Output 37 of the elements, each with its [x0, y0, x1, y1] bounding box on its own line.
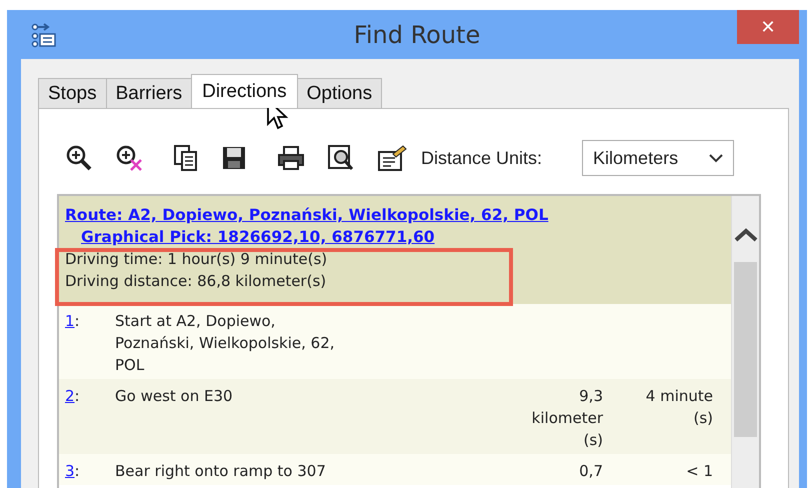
- summary-text: Driving distance: 86,8 kilometer(s): [65, 271, 328, 292]
- tab[interactable]: Stops: [38, 78, 107, 108]
- chevron-down-icon: [709, 154, 724, 162]
- step-time: < 1: [685, 461, 713, 482]
- step-number-link[interactable]: 3: [65, 462, 75, 480]
- tab[interactable]: Directions: [191, 74, 298, 108]
- step-distance: 9,3 kilometer (s): [530, 386, 603, 451]
- zoom-out-icon[interactable]: [115, 144, 143, 172]
- tab[interactable]: Barriers: [106, 78, 192, 108]
- route-link[interactable]: Graphical Pick: 1826692,10, 6876771,60: [65, 226, 725, 248]
- distance-units-label: Distance Units:: [421, 148, 542, 168]
- step-number-link[interactable]: 2: [65, 387, 75, 405]
- step-distance: 0,7: [578, 461, 603, 482]
- route-icon: [31, 22, 57, 48]
- print-preview-icon[interactable]: [327, 144, 355, 172]
- scroll-up-icon[interactable]: [734, 228, 758, 242]
- printer-icon[interactable]: [277, 145, 305, 171]
- step-number-link[interactable]: 1: [65, 312, 75, 330]
- save-icon[interactable]: [221, 145, 247, 171]
- summary-text: Driving time: 1 hour(s) 9 minute(s): [65, 249, 328, 270]
- scrollbar-thumb[interactable]: [734, 262, 757, 437]
- step-text: Start at A2, Dopiewo, Poznański, Wielkopolskie, 62, POL: [115, 311, 336, 376]
- window-title: Find Route: [352, 20, 482, 48]
- colon-text: :: [74, 312, 80, 330]
- distance-units-dropdown[interactable]: Kilometers: [582, 140, 734, 176]
- step-time: 4 minute (s): [644, 386, 713, 429]
- copy-icon[interactable]: [173, 144, 199, 172]
- step-text: Go west on E30: [115, 386, 234, 407]
- tab[interactable]: Options: [296, 78, 382, 108]
- colon-text: :: [74, 387, 80, 405]
- colon-text: :: [74, 462, 80, 480]
- properties-icon[interactable]: [377, 144, 407, 172]
- route-link[interactable]: Route: A2, Dopiewo, Poznański, Wielkopolskie, 62, POL: [65, 204, 725, 226]
- close-button[interactable]: ✕: [737, 10, 799, 44]
- zoom-in-icon[interactable]: [65, 144, 93, 172]
- scrollbar[interactable]: [731, 196, 759, 488]
- step-text: Bear right onto ramp to 307: [115, 461, 327, 482]
